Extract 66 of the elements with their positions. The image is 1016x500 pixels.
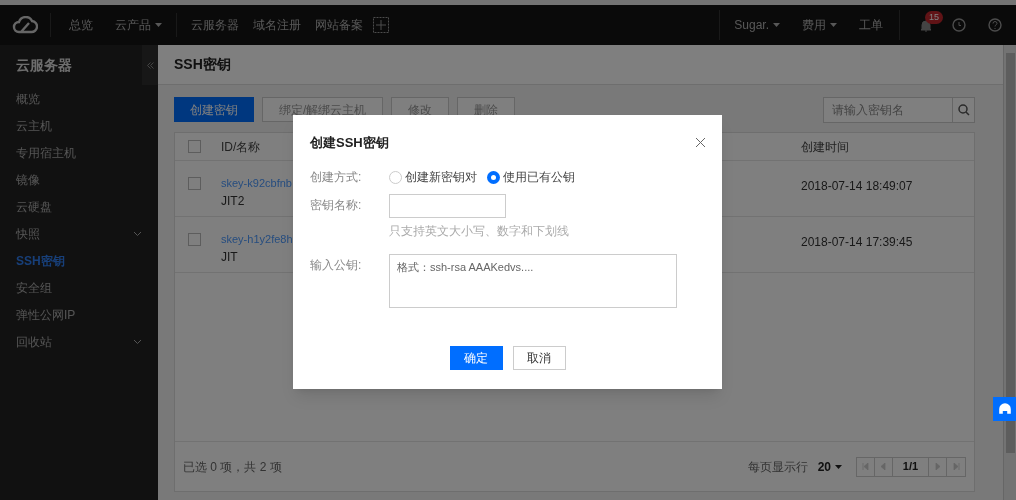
checkbox[interactable] — [188, 233, 201, 246]
support-button[interactable] — [993, 397, 1016, 421]
first-page-icon — [862, 463, 869, 470]
page-size-select[interactable]: 20 — [817, 457, 842, 476]
dialog-title: 创建SSH密钥 — [310, 133, 389, 152]
nav-link[interactable]: 总览 — [69, 16, 93, 34]
nav-link[interactable]: 网站备案 — [315, 16, 363, 34]
field-hint: 只支持英文大小写、数字和下划线 — [389, 223, 569, 240]
search-button[interactable] — [953, 96, 975, 123]
public-key-field[interactable]: 格式：ssh-rsa AAAKedvs.... — [389, 254, 677, 308]
key-name: JIT — [221, 248, 238, 266]
nav-link[interactable]: 云服务器 — [191, 16, 239, 34]
key-id-link[interactable]: skey-h1y2fe8h — [221, 231, 293, 248]
search-icon — [957, 103, 970, 116]
sidebar-item[interactable]: 云硬盘 — [0, 193, 158, 220]
key-name-field[interactable] — [389, 194, 506, 218]
table-cell-text: 2018-07-14 18:49:07 — [801, 178, 913, 195]
nav-link[interactable]: 域名注册 — [253, 16, 301, 34]
last-page-icon — [952, 463, 960, 470]
sidebar-title: 云服务器 — [16, 55, 73, 75]
key-id-link[interactable]: skey-k92cbfnb — [221, 175, 292, 192]
nav-link[interactable]: 云产品 — [115, 16, 162, 34]
clock-icon[interactable] — [952, 18, 966, 32]
page-title: SSH密钥 — [174, 55, 231, 74]
table-cell-text: 2018-07-14 17:39:45 — [801, 234, 913, 251]
sidebar-item[interactable]: 专用宿主机 — [0, 139, 158, 166]
collapse-button[interactable] — [142, 45, 158, 85]
radio-option[interactable]: 使用已有公钥 — [487, 168, 575, 186]
sidebar-item[interactable]: 概览 — [0, 85, 158, 112]
help-icon[interactable] — [988, 18, 1002, 32]
sidebar-item[interactable]: 安全组 — [0, 274, 158, 301]
key-name: JIT2 — [221, 192, 245, 210]
column-header: ID/名称 — [221, 139, 261, 154]
notification-badge: 15 — [925, 10, 943, 24]
form-label: 创建方式: — [310, 169, 363, 186]
toolbar-button[interactable]: 创建密钥 — [174, 97, 254, 122]
sidebar-item[interactable]: 云主机 — [0, 112, 158, 139]
checkbox[interactable] — [188, 177, 201, 190]
sidebar-item[interactable]: SSH密钥 — [0, 247, 158, 274]
add-icon[interactable] — [373, 17, 389, 33]
bell-icon[interactable] — [920, 18, 932, 32]
cloud-logo-icon[interactable] — [12, 16, 38, 34]
sidebar-item[interactable]: 快照 — [0, 220, 158, 247]
form-label: 输入公钥: — [310, 257, 363, 274]
scrollbar-thumb[interactable] — [1005, 53, 1015, 453]
form-label: 密钥名称: — [310, 197, 363, 214]
left-arrow-icon — [880, 463, 887, 470]
radio-icon[interactable] — [487, 170, 500, 184]
double-chevron-icon — [146, 61, 154, 69]
cancel-button[interactable]: 取消 — [512, 346, 566, 370]
confirm-button[interactable]: 确定 — [449, 346, 503, 370]
sidebar-item[interactable]: 回收站 — [0, 328, 158, 355]
selection-summary: 已选 0 项，共 2 项 — [183, 458, 282, 476]
sidebar-item[interactable]: 镜像 — [0, 166, 158, 193]
sidebar-item[interactable]: 弹性公网IP — [0, 301, 158, 328]
nav-link[interactable]: Sugar. — [734, 16, 780, 34]
close-icon[interactable] — [696, 138, 705, 147]
page-indicator: 1/1 — [893, 457, 929, 476]
caret-icon — [835, 464, 842, 469]
radio-option[interactable]: 创建新密钥对 — [389, 168, 477, 186]
nav-link[interactable]: 工单 — [859, 16, 883, 34]
right-arrow-icon — [934, 463, 941, 470]
checkbox[interactable] — [188, 140, 201, 153]
column-header: 创建时间 — [801, 138, 849, 156]
nav-link[interactable]: 费用 — [802, 16, 837, 34]
page-size-label: 每页显示行 — [747, 458, 808, 476]
